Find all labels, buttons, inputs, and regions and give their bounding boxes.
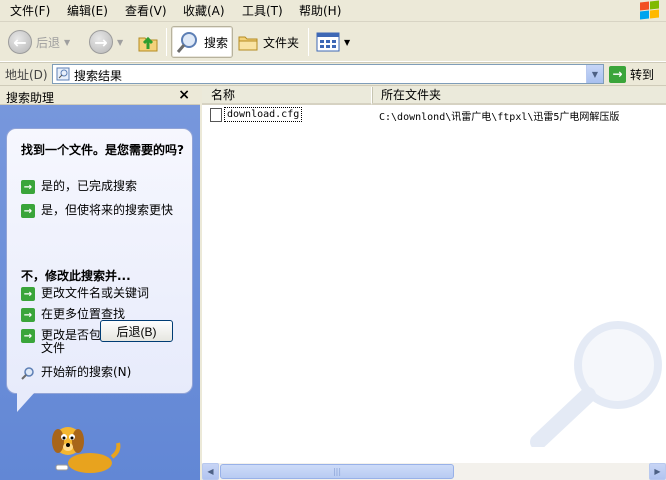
forward-button[interactable]: → ▼ (89, 26, 123, 58)
forward-arrow-icon: → (89, 30, 113, 54)
back-dropdown-icon[interactable]: ▼ (64, 38, 70, 47)
search-dog-icon (52, 427, 121, 473)
pane-title: 搜索助理 (6, 91, 55, 105)
results-pane: 名称 所在文件夹 download.cfg C:\downlond\讯雷广电\f… (202, 87, 666, 480)
scroll-left-icon[interactable]: ◀ (202, 463, 219, 480)
option-change-name[interactable]: → 更改文件名或关键词 (21, 287, 149, 301)
option-faster-label: 是，但使将来的搜索更快 (41, 203, 174, 217)
back-arrow-icon: ← (8, 30, 32, 54)
scroll-thumb[interactable]: ||| (220, 464, 454, 479)
search-results-icon (56, 67, 70, 81)
menu-bar: 文件(F) 编辑(E) 查看(V) 收藏(A) 工具(T) 帮助(H) (0, 0, 666, 22)
search-icon (21, 367, 34, 380)
search-icon (176, 32, 197, 53)
go-button[interactable]: → 转到 (609, 65, 654, 83)
back-button[interactable]: ← 后退 ▼ (8, 26, 70, 58)
menu-tools[interactable]: 工具(T) (242, 3, 283, 19)
green-arrow-icon: → (21, 180, 35, 194)
back-label: 后退 (36, 35, 61, 50)
menu-view[interactable]: 查看(V) (125, 3, 167, 19)
forward-dropdown-icon[interactable]: ▼ (117, 38, 123, 47)
windows-logo-icon (638, 0, 660, 21)
search-button[interactable]: 搜索 (171, 26, 233, 58)
views-button[interactable]: ▼ (316, 26, 350, 58)
option-change-name-label: 更改文件名或关键词 (41, 286, 150, 300)
speech-balloon: 找到一个文件。是您需要的吗? → 是的，已完成搜索 → 是，但使将来的搜索更快 … (6, 128, 193, 394)
address-input[interactable]: 搜索结果 ▼ (52, 64, 604, 84)
close-icon[interactable]: × (178, 87, 190, 103)
toolbar-separator (308, 28, 309, 56)
option-faster[interactable]: → 是，但使将来的搜索更快 (21, 204, 173, 218)
menu-file[interactable]: 文件(F) (10, 3, 50, 19)
green-arrow-icon: → (21, 329, 35, 343)
pane-header: 搜索助理 × (0, 87, 200, 105)
views-icon (316, 32, 340, 52)
file-folder: C:\downlond\讯雷广电\ftpxl\迅雷5广电网解压版 (379, 112, 620, 123)
address-bar: 地址(D) 搜索结果 ▼ → 转到 (0, 63, 666, 86)
green-arrow-icon: → (21, 287, 35, 301)
go-arrow-icon: → (609, 65, 626, 83)
search-companion-pane: 搜索助理 × 找到一个文件。是您需要的吗? → 是的，已完成搜索 → 是，但使将… (0, 87, 200, 480)
toolbar: ← 后退 ▼ → ▼ 搜索 文件夹 ▼ (0, 22, 666, 62)
address-dropdown-icon[interactable]: ▼ (586, 65, 603, 83)
views-dropdown-icon[interactable]: ▼ (344, 38, 350, 47)
question-text: 找到一个文件。是您需要的吗? (21, 143, 184, 157)
scroll-right-icon[interactable]: ▶ (649, 463, 666, 480)
refine-title: 不，修改此搜索并... (21, 269, 131, 283)
column-header-folder[interactable]: 所在文件夹 (372, 87, 666, 105)
menu-edit[interactable]: 编辑(E) (67, 3, 108, 19)
file-name[interactable]: download.cfg (224, 107, 303, 122)
balloon-tail (17, 392, 35, 412)
address-label: 地址(D) (5, 68, 48, 82)
folder-icon (238, 36, 258, 51)
option-done[interactable]: → 是的，已完成搜索 (21, 180, 137, 194)
table-row[interactable]: download.cfg C:\downlond\讯雷广电\ftpxl\迅雷5广… (202, 106, 666, 124)
search-watermark-icon (530, 321, 662, 447)
go-label: 转到 (630, 67, 655, 82)
menu-help[interactable]: 帮助(H) (299, 3, 341, 19)
green-arrow-icon: → (21, 308, 35, 322)
horizontal-scrollbar[interactable]: ◀ ||| ▶ (202, 463, 666, 480)
column-header-name[interactable]: 名称 (202, 87, 372, 105)
config-file-icon (210, 108, 222, 122)
pane-back-button[interactable]: 后退(B) (100, 320, 173, 342)
option-done-label: 是的，已完成搜索 (41, 179, 138, 193)
green-arrow-icon: → (21, 204, 35, 218)
new-search-label: 开始新的搜索(N) (41, 365, 132, 379)
toolbar-separator (166, 28, 167, 56)
up-folder-icon (138, 36, 158, 52)
up-folder-button[interactable] (136, 26, 160, 58)
search-label: 搜索 (204, 35, 229, 50)
address-value: 搜索结果 (74, 69, 123, 83)
new-search-link[interactable]: 开始新的搜索(N) (21, 366, 131, 380)
menu-favorites[interactable]: 收藏(A) (183, 3, 225, 19)
folders-label: 文件夹 (263, 35, 300, 50)
folders-button[interactable]: 文件夹 (237, 26, 299, 58)
